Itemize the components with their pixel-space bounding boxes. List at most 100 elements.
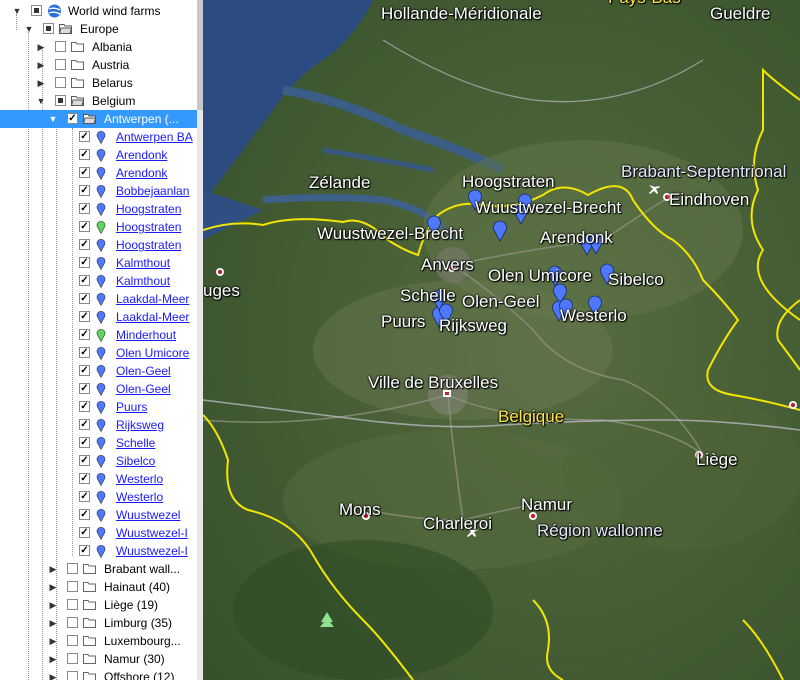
checkbox[interactable]: ✓ (79, 473, 90, 484)
site-link[interactable]: Olen-Geel (116, 380, 171, 398)
checkbox[interactable]: ✓ (79, 185, 90, 196)
tree-item-antwerpen[interactable]: ▼ ✓ Antwerpen (... (0, 110, 203, 128)
tree-item-root[interactable]: ▼ World wind farms (0, 2, 203, 20)
tree-item-site[interactable]: ✓ Hoogstraten (0, 200, 203, 218)
tree-item-folder[interactable]: ▶ Offshore (12) (0, 668, 203, 680)
tree-item-folder[interactable]: ▶ Luxembourg... (0, 632, 203, 650)
tree-item-site[interactable]: ✓ Rijksweg (0, 416, 203, 434)
site-link[interactable]: Bobbejaanlan (116, 182, 189, 200)
tree-item-site[interactable]: ✓ Arendonk (0, 146, 203, 164)
site-link[interactable]: Minderhout (116, 326, 176, 344)
checkbox[interactable]: ✓ (79, 311, 90, 322)
checkbox[interactable] (43, 23, 54, 34)
checkbox[interactable]: ✓ (79, 167, 90, 178)
checkbox[interactable]: ✓ (79, 491, 90, 502)
tree-item-europe[interactable]: ▼ Europe (0, 20, 203, 38)
site-link[interactable]: Hoogstraten (116, 236, 181, 254)
checkbox[interactable]: ✓ (79, 419, 90, 430)
site-link[interactable]: Arendonk (116, 146, 167, 164)
checkbox[interactable]: ✓ (79, 293, 90, 304)
tree-item-folder[interactable]: ▶ Liège (19) (0, 596, 203, 614)
tree-item-folder[interactable]: ▶ Limburg (35) (0, 614, 203, 632)
checkbox[interactable] (55, 77, 66, 88)
checkbox[interactable] (55, 95, 66, 106)
tree-item-site[interactable]: ✓ Wuustwezel (0, 506, 203, 524)
tree-item-site[interactable]: ✓ Olen-Geel (0, 362, 203, 380)
checkbox[interactable] (67, 617, 78, 628)
checkbox[interactable] (31, 5, 42, 16)
expand-toggle[interactable]: ▶ (36, 38, 46, 56)
checkbox[interactable]: ✓ (79, 275, 90, 286)
tree-item-site[interactable]: ✓ Olen Umicore (0, 344, 203, 362)
checkbox[interactable]: ✓ (79, 455, 90, 466)
expand-toggle[interactable]: ▶ (36, 74, 46, 92)
checkbox[interactable]: ✓ (79, 527, 90, 538)
checkbox[interactable] (67, 635, 78, 646)
site-link[interactable]: Sibelco (116, 452, 155, 470)
checkbox[interactable]: ✓ (79, 221, 90, 232)
tree-item-site[interactable]: ✓ Schelle (0, 434, 203, 452)
checkbox[interactable] (67, 581, 78, 592)
site-link[interactable]: Wuustwezel-I (116, 542, 188, 560)
checkbox[interactable] (67, 563, 78, 574)
tree-item-site[interactable]: ✓ Laakdal-Meer (0, 290, 203, 308)
site-link[interactable]: Kalmthout (116, 254, 170, 272)
site-link[interactable]: Antwerpen BA (116, 128, 193, 146)
tree-item-site[interactable]: ✓ Antwerpen BA (0, 128, 203, 146)
checkbox[interactable]: ✓ (79, 401, 90, 412)
expand-toggle[interactable]: ▶ (48, 560, 58, 578)
site-link[interactable]: Arendonk (116, 164, 167, 182)
site-link[interactable]: Laakdal-Meer (116, 308, 189, 326)
site-link[interactable]: Kalmthout (116, 272, 170, 290)
tree-item-site[interactable]: ✓ Wuustwezel-I (0, 524, 203, 542)
checkbox[interactable]: ✓ (79, 257, 90, 268)
tree-item-site[interactable]: ✓ Hoogstraten (0, 236, 203, 254)
checkbox[interactable]: ✓ (79, 203, 90, 214)
site-link[interactable]: Puurs (116, 398, 147, 416)
expand-toggle[interactable]: ▶ (48, 614, 58, 632)
expand-toggle[interactable]: ▶ (48, 668, 58, 680)
tree-item-folder[interactable]: ▶ Austria (0, 56, 203, 74)
site-link[interactable]: Olen-Geel (116, 362, 171, 380)
tree-item-site[interactable]: ✓ Westerlo (0, 470, 203, 488)
tree-item-site[interactable]: ✓ Kalmthout (0, 272, 203, 290)
tree-item-site[interactable]: ✓ Westerlo (0, 488, 203, 506)
expand-toggle[interactable]: ▶ (48, 650, 58, 668)
tree-item-site[interactable]: ✓ Olen-Geel (0, 380, 203, 398)
site-link[interactable]: Westerlo (116, 470, 163, 488)
tree-item-site[interactable]: ✓ Bobbejaanlan (0, 182, 203, 200)
tree-item-site[interactable]: ✓ Laakdal-Meer (0, 308, 203, 326)
checkbox[interactable] (55, 41, 66, 52)
tree-item-folder[interactable]: ▶ Belarus (0, 74, 203, 92)
site-link[interactable]: Westerlo (116, 488, 163, 506)
tree-item-folder[interactable]: ▼ Belgium (0, 92, 203, 110)
checkbox[interactable]: ✓ (79, 509, 90, 520)
site-link[interactable]: Olen Umicore (116, 344, 189, 362)
checkbox[interactable] (67, 653, 78, 664)
checkbox[interactable]: ✓ (79, 329, 90, 340)
tree-item-site[interactable]: ✓ Hoogstraten (0, 218, 203, 236)
checkbox[interactable]: ✓ (79, 437, 90, 448)
checkbox[interactable]: ✓ (67, 113, 78, 124)
tree-item-folder[interactable]: ▶ Hainaut (40) (0, 578, 203, 596)
checkbox[interactable]: ✓ (79, 383, 90, 394)
expand-toggle[interactable]: ▶ (36, 56, 46, 74)
tree-item-folder[interactable]: ▶ Albania (0, 38, 203, 56)
tree-item-folder[interactable]: ▶ Namur (30) (0, 650, 203, 668)
expand-toggle[interactable]: ▶ (48, 596, 58, 614)
tree-item-site[interactable]: ✓ Kalmthout (0, 254, 203, 272)
site-link[interactable]: Hoogstraten (116, 218, 181, 236)
site-link[interactable]: Schelle (116, 434, 155, 452)
site-link[interactable]: Wuustwezel-I (116, 524, 188, 542)
checkbox[interactable] (67, 599, 78, 610)
collapse-toggle[interactable]: ▼ (36, 92, 46, 110)
site-link[interactable]: Laakdal-Meer (116, 290, 189, 308)
checkbox[interactable] (67, 671, 78, 680)
checkbox[interactable]: ✓ (79, 239, 90, 250)
site-link[interactable]: Wuustwezel (116, 506, 180, 524)
collapse-toggle[interactable]: ▼ (48, 110, 58, 128)
tree-item-site[interactable]: ✓ Minderhout (0, 326, 203, 344)
collapse-toggle[interactable]: ▼ (12, 2, 22, 20)
expand-toggle[interactable]: ▶ (48, 632, 58, 650)
checkbox[interactable]: ✓ (79, 149, 90, 160)
